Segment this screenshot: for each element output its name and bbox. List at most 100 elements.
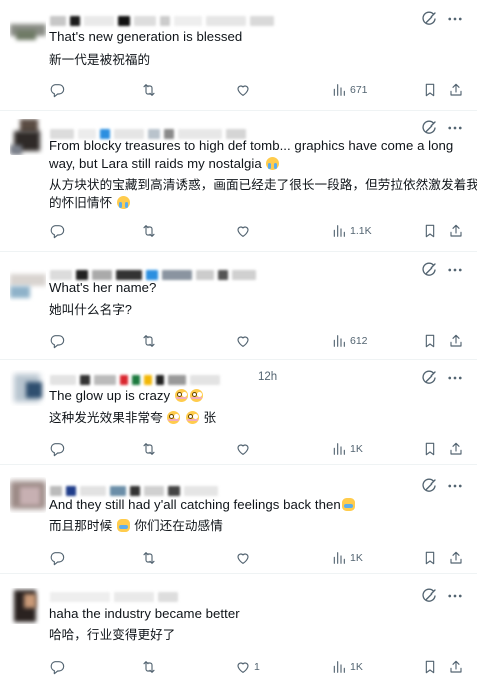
bookmark-button[interactable]: [422, 548, 438, 568]
bookmark-button[interactable]: [422, 331, 438, 351]
reply-tweet[interactable]: And they still had y'all catching feelin…: [0, 465, 477, 574]
reply-tweet[interactable]: haha the industry became better 哈哈，行业变得更…: [0, 574, 477, 686]
like-button[interactable]: [235, 439, 254, 459]
like-icon: [235, 441, 251, 457]
repost-button[interactable]: [141, 331, 160, 351]
repost-button[interactable]: [141, 80, 160, 100]
grok-icon[interactable]: [419, 368, 439, 388]
more-icon[interactable]: [445, 9, 465, 29]
reply-tweet[interactable]: From blocky treasures to high def tomb..…: [0, 111, 477, 252]
like-button[interactable]: [235, 548, 254, 568]
reply-tweet[interactable]: 12h The glow up is crazy 这种发光效果非常夸 张 1K: [0, 360, 477, 465]
bookmark-button[interactable]: [422, 80, 438, 100]
timestamp[interactable]: 12h: [258, 371, 277, 383]
bookmark-icon: [422, 550, 438, 566]
share-button[interactable]: [448, 221, 464, 241]
share-icon: [448, 550, 464, 566]
grok-icon[interactable]: [419, 586, 439, 606]
like-button[interactable]: 1: [235, 657, 260, 677]
tweet-actions: 1.1K: [49, 221, 467, 241]
bookmark-icon: [422, 333, 438, 349]
grok-glyph-icon: [420, 119, 438, 137]
reply-button[interactable]: [49, 80, 68, 100]
avatar[interactable]: [10, 119, 46, 155]
like-icon: [235, 333, 251, 349]
flushed-emoji-icon: [189, 389, 203, 402]
repost-button[interactable]: [141, 657, 160, 677]
like-button[interactable]: [235, 221, 254, 241]
grok-icon[interactable]: [419, 118, 439, 138]
tweet-actions: 1 1K: [49, 657, 467, 677]
bookmark-button[interactable]: [422, 657, 438, 677]
like-icon: [235, 550, 251, 566]
views-button[interactable]: 1K: [331, 657, 363, 677]
translation-segment: 这种发光效果非常夸: [49, 411, 163, 425]
view-count: 1K: [350, 443, 363, 455]
user-header[interactable]: [50, 15, 274, 27]
share-button[interactable]: [448, 439, 464, 459]
user-header[interactable]: [50, 591, 178, 603]
views-button[interactable]: 1K: [331, 548, 363, 568]
more-icon[interactable]: [445, 368, 465, 388]
reply-button[interactable]: [49, 548, 68, 568]
more-glyph-icon: [446, 261, 464, 279]
tweet-text: And they still had y'all catching feelin…: [49, 496, 463, 514]
views-button[interactable]: 612: [331, 331, 368, 351]
reply-icon: [49, 82, 65, 98]
reply-button[interactable]: [49, 439, 68, 459]
user-header[interactable]: [50, 374, 220, 386]
views-button[interactable]: 1.1K: [331, 221, 372, 241]
translation-text: 而且那时候 你们还在动感情: [49, 517, 463, 535]
grok-icon[interactable]: [419, 9, 439, 29]
repost-button[interactable]: [141, 548, 160, 568]
crying-emoji-icon: [116, 196, 130, 209]
repost-button[interactable]: [141, 439, 160, 459]
views-button[interactable]: 671: [331, 80, 368, 100]
like-button[interactable]: [235, 80, 254, 100]
view-count: 1K: [350, 552, 363, 564]
reply-tweet[interactable]: That's new generation is blessed 新一代是被祝福…: [0, 0, 477, 111]
grok-glyph-icon: [420, 477, 438, 495]
bookmark-button[interactable]: [422, 439, 438, 459]
more-icon[interactable]: [445, 586, 465, 606]
reply-tweet[interactable]: What's her name? 她叫什么名字? 612: [0, 252, 477, 360]
flushed-emoji-icon: [185, 411, 199, 424]
reply-button[interactable]: [49, 221, 68, 241]
avatar[interactable]: [10, 588, 46, 624]
repost-icon: [141, 333, 157, 349]
avatar[interactable]: [10, 477, 46, 513]
share-button[interactable]: [448, 80, 464, 100]
avatar[interactable]: [10, 10, 46, 46]
like-button[interactable]: [235, 331, 254, 351]
bookmark-icon: [422, 223, 438, 239]
more-icon[interactable]: [445, 476, 465, 496]
grok-icon[interactable]: [419, 476, 439, 496]
more-icon[interactable]: [445, 260, 465, 280]
more-icon[interactable]: [445, 118, 465, 138]
tweet-text-line: way, but Lara still raids my nostalgia: [49, 155, 463, 173]
crying-cat-emoji-icon: [341, 498, 355, 511]
translation-line: 从方块状的宝藏到高清诱惑，画面已经走了很长一段路，但劳拉依然激发着我: [49, 178, 477, 192]
view-count: 1.1K: [350, 225, 372, 237]
reply-button[interactable]: [49, 331, 68, 351]
bookmark-button[interactable]: [422, 221, 438, 241]
share-button[interactable]: [448, 657, 464, 677]
tweet-text-line: What's her name?: [49, 280, 157, 295]
flushed-emoji-icon: [167, 411, 181, 424]
share-button[interactable]: [448, 331, 464, 351]
views-icon: [331, 223, 347, 239]
tweet-text-line: The glow up is crazy: [49, 387, 463, 405]
tweet-text-line: That's new generation is blessed: [49, 29, 243, 44]
views-icon: [331, 550, 347, 566]
translation-line: 这种发光效果非常夸 张: [49, 409, 463, 427]
repost-icon: [141, 441, 157, 457]
repost-button[interactable]: [141, 221, 160, 241]
share-button[interactable]: [448, 548, 464, 568]
views-button[interactable]: 1K: [331, 439, 363, 459]
more-glyph-icon: [446, 477, 464, 495]
avatar[interactable]: [10, 370, 46, 406]
grok-icon[interactable]: [419, 260, 439, 280]
avatar[interactable]: [10, 266, 46, 302]
tweet-text-line: From blocky treasures to high def tomb..…: [49, 138, 454, 153]
reply-button[interactable]: [49, 657, 68, 677]
